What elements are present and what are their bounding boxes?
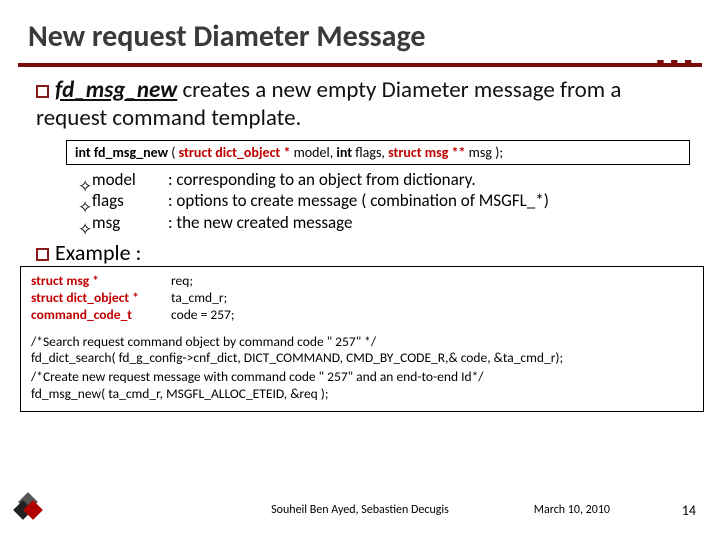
decl-row: command_code_t code = 257; — [31, 307, 693, 324]
decl-row: struct dict_object * ta_cmd_r; — [31, 290, 693, 307]
function-name: fd_msg_new — [55, 76, 177, 104]
sig-p3-kw: struct — [388, 144, 421, 161]
footer-date: March 10, 2010 — [534, 503, 610, 517]
param-row: ✧ flags : options to create message ( co… — [78, 190, 690, 211]
sig-p1-name: model — [294, 144, 330, 161]
param-name: flags — [92, 190, 168, 211]
sig-p2-kw: int — [336, 144, 352, 161]
decl-var: req; — [171, 273, 193, 290]
param-row: ✧ model : corresponding to an object fro… — [78, 169, 690, 190]
param-desc: : corresponding to an object from dictio… — [168, 169, 476, 190]
sig-p2-name: flags — [355, 144, 381, 161]
sig-return: int — [75, 144, 91, 161]
wave-bullet-icon: ✧ — [78, 197, 86, 205]
param-row: ✧ msg : the new created message — [78, 212, 690, 233]
decl-type: struct msg * — [31, 273, 171, 290]
sig-p1-kw: struct — [179, 144, 212, 161]
wave-bullet-icon: ✧ — [78, 176, 86, 184]
title-rule: ▪▪▪ — [18, 63, 702, 67]
footer-authors: Souheil Ben Ayed, Sebastien Decugis — [0, 503, 720, 517]
param-list: ✧ model : corresponding to an object fro… — [78, 169, 690, 233]
sig-p3-name: msg — [469, 144, 492, 161]
decl-type: struct dict_object * — [31, 290, 171, 307]
example-heading: Example : — [36, 239, 690, 266]
decl-row: struct msg * req; — [31, 273, 693, 290]
lead-paragraph: fd_msg_new creates a new empty Diameter … — [36, 77, 690, 132]
code-comment: /*Create new request message with comman… — [31, 369, 693, 386]
code-line: fd_msg_new( ta_cmd_r, MSGFL_ALLOC_ETEID,… — [31, 386, 693, 403]
square-bullet-icon — [36, 85, 49, 98]
example-label: Example : — [55, 239, 141, 266]
decl-type: command_code_t — [31, 307, 171, 324]
param-name: msg — [92, 212, 168, 233]
footer: Souheil Ben Ayed, Sebastien Decugis Marc… — [0, 496, 720, 524]
param-desc: : options to create message ( combinatio… — [168, 190, 549, 211]
wave-bullet-icon: ✧ — [78, 219, 86, 227]
code-box: struct msg * req; struct dict_object * t… — [20, 266, 704, 412]
square-bullet-icon — [36, 248, 49, 261]
param-name: model — [92, 169, 168, 190]
code-comment: /*Search request command object by comma… — [31, 334, 693, 351]
sig-p3-type: msg ** — [425, 144, 466, 161]
sig-p1-type: dict_object * — [215, 144, 290, 161]
decl-var: code = 257; — [171, 307, 235, 324]
param-desc: : the new created message — [168, 212, 353, 233]
slide-title: New request Diameter Message — [0, 0, 720, 63]
page-number: 14 — [682, 502, 696, 519]
sig-name: fd_msg_new — [94, 144, 168, 161]
decl-var: ta_cmd_r; — [171, 290, 227, 307]
dots-decor: ▪▪▪ — [657, 49, 698, 76]
code-line: fd_dict_search( fd_g_config->cnf_dict, D… — [31, 350, 693, 367]
signature-box: int fd_msg_new ( struct dict_object * mo… — [66, 140, 690, 165]
